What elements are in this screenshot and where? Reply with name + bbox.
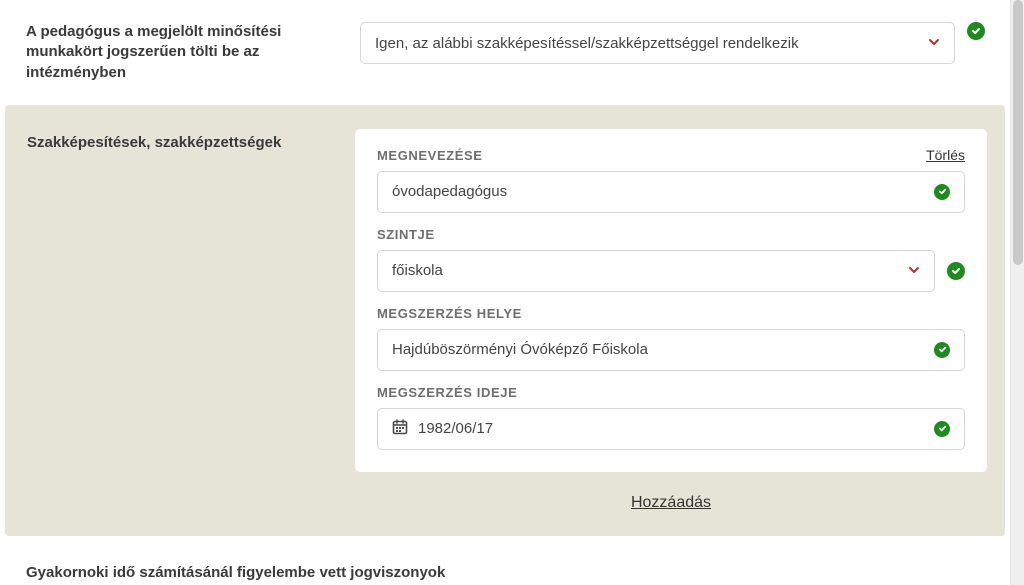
level-select[interactable]: főiskola — [377, 250, 935, 292]
calendar-icon — [392, 419, 408, 439]
place-input[interactable]: Hajdúböszörményi Óvóképző Főiskola — [377, 329, 965, 371]
date-input[interactable]: 1982/06/17 — [377, 408, 965, 450]
check-circle-icon — [947, 262, 965, 280]
gyakornoki-section-title: Gyakornoki idő számításánál figyelembe v… — [0, 536, 1010, 585]
delete-link[interactable]: Törlés — [926, 147, 965, 163]
date-value: 1982/06/17 — [418, 420, 924, 437]
scrollbar-track[interactable] — [1010, 0, 1024, 585]
qualification-card: MEGNEVEZÉSE Törlés óvodapedagógus SZINTJ — [355, 129, 987, 472]
field-label-level: SZINTJE — [377, 227, 965, 242]
field-label-name: MEGNEVEZÉSE — [377, 148, 483, 163]
check-circle-icon — [967, 22, 985, 40]
name-value: óvodapedagógus — [392, 183, 924, 200]
add-link[interactable]: Hozzáadás — [631, 494, 711, 511]
check-circle-icon — [934, 421, 950, 437]
qualifications-panel: Szakképesítések, szakképzettségek MEGNEV… — [5, 105, 1005, 536]
check-circle-icon — [934, 184, 950, 200]
level-value: főiskola — [392, 262, 900, 279]
field-label-place: MEGSZERZÉS HELYE — [377, 306, 965, 321]
chevron-down-icon — [928, 35, 940, 51]
qualifications-heading: Szakképesítések, szakképzettségek — [27, 129, 355, 153]
check-circle-icon — [934, 342, 950, 358]
role-legal-value: Igen, az alábbi szakképesítéssel/szakkép… — [375, 35, 920, 52]
role-legal-label: A pedagógus a megjelölt minősítési munka… — [26, 22, 360, 83]
scrollbar-thumb[interactable] — [1013, 0, 1023, 265]
place-value: Hajdúböszörményi Óvóképző Főiskola — [392, 341, 924, 358]
name-input[interactable]: óvodapedagógus — [377, 171, 965, 213]
field-label-date: MEGSZERZÉS IDEJE — [377, 385, 965, 400]
role-legal-select[interactable]: Igen, az alábbi szakképesítéssel/szakkép… — [360, 22, 955, 64]
chevron-down-icon — [908, 263, 920, 279]
